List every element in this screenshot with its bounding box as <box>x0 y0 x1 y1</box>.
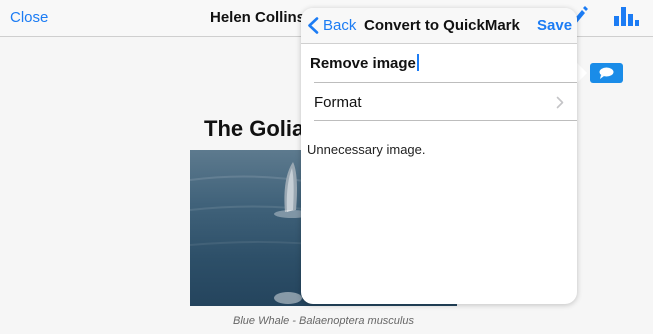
close-button[interactable]: Close <box>10 9 48 26</box>
chevron-right-icon <box>556 96 564 109</box>
divider <box>314 120 577 121</box>
popover-header: Back Convert to QuickMark Save <box>301 8 577 44</box>
document-title: Helen Collins <box>210 9 306 26</box>
popover-arrow <box>577 63 587 83</box>
popover-title: Convert to QuickMark <box>364 17 520 34</box>
bar-chart-icon[interactable] <box>613 7 639 27</box>
quickmark-name-value: Remove image <box>310 55 416 72</box>
divider <box>314 82 577 83</box>
quickmark-name-field[interactable]: Remove image <box>310 54 419 72</box>
quickmark-popover: Back Convert to QuickMark Save Remove im… <box>301 8 577 304</box>
text-caret <box>416 54 419 71</box>
back-button[interactable]: Back <box>323 17 356 34</box>
chevron-left-icon[interactable] <box>307 17 319 34</box>
quickmark-note[interactable]: Unnecessary image. <box>307 142 426 157</box>
format-row[interactable]: Format <box>301 84 577 120</box>
quickmark-name-row[interactable]: Remove image <box>301 44 577 82</box>
image-caption: Blue Whale - Balaenoptera musculus <box>233 315 414 327</box>
speech-bubble-icon <box>599 67 614 79</box>
save-button[interactable]: Save <box>537 17 572 34</box>
format-label: Format <box>314 94 362 111</box>
comment-badge[interactable] <box>590 63 623 83</box>
